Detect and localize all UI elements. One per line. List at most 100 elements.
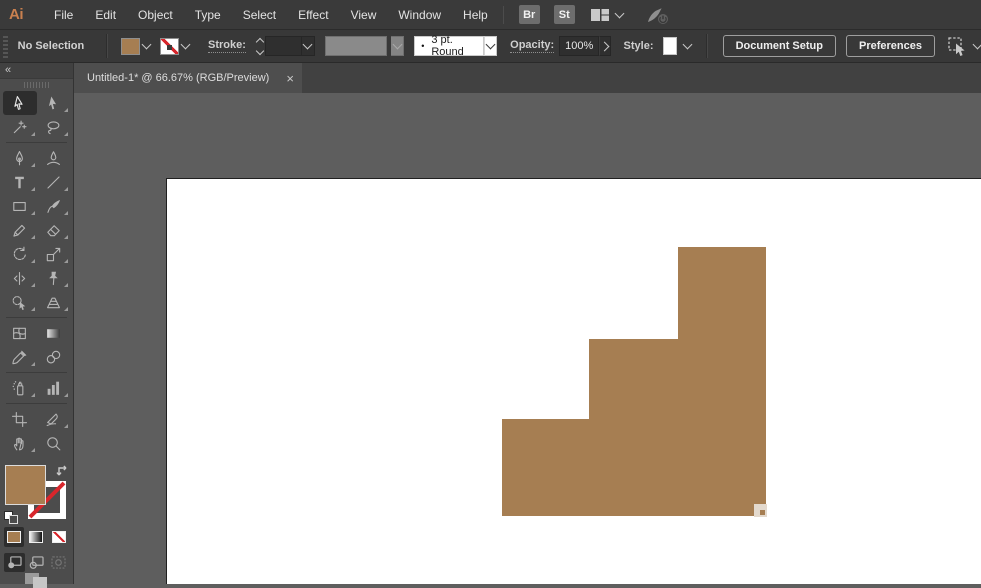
document-tab[interactable]: Untitled-1* @ 66.67% (RGB/Preview) × [74,63,302,93]
gradient-tool[interactable] [37,321,71,345]
puppet-warp-tool[interactable] [37,266,71,290]
zoom-tool[interactable] [37,431,71,455]
opacity-dropdown[interactable] [599,36,611,56]
opacity-label[interactable]: Opacity: [510,39,555,53]
select-similar-control[interactable] [946,36,981,56]
curvature-tool[interactable] [37,146,71,170]
menu-item-help[interactable]: Help [452,8,499,22]
pen-tool[interactable] [3,146,37,170]
canvas-pasteboard[interactable] [74,93,981,584]
swap-fill-stroke-icon[interactable] [55,463,70,478]
flyout-indicator [64,259,68,263]
staircase-shape[interactable] [502,247,766,516]
drawing-mode-buttons [0,547,73,572]
perspective-grid-tool[interactable] [37,290,71,314]
menu-item-view[interactable]: View [340,8,388,22]
selection-tool[interactable] [3,91,37,115]
divider [705,34,708,58]
magic-wand-tool[interactable] [3,115,37,139]
lasso-tool[interactable] [37,115,71,139]
style-swatch[interactable] [662,37,677,55]
tools-panel-grip[interactable] [0,79,73,91]
workspace-switcher[interactable] [590,7,625,23]
style-label: Style: [623,39,654,52]
screen-mode-icon[interactable] [24,572,50,588]
stroke-color-control[interactable] [160,37,191,55]
type-tool[interactable] [3,170,37,194]
column-graph-icon [47,381,59,395]
draw-normal-button[interactable] [4,553,25,572]
shape-builder-tool[interactable] [3,290,37,314]
paintbrush-tool[interactable] [37,194,71,218]
opacity-field[interactable]: 100% [559,36,600,56]
mesh-tool[interactable] [3,321,37,345]
menu-item-select[interactable]: Select [232,8,287,22]
tools-panel-header[interactable]: « [0,63,73,79]
stroke-weight-dropdown[interactable] [301,36,315,56]
variable-width-profile-chevron [390,36,405,56]
menu-items: File Edit Object Type Select Effect View Window… [43,8,499,22]
eyedropper-tool[interactable] [3,345,37,369]
color-button[interactable] [4,527,25,547]
eraser-tool[interactable] [37,218,71,242]
menu-item-type[interactable]: Type [184,8,232,22]
slice-tool[interactable] [37,407,71,431]
bridge-button[interactable]: Br [518,5,540,24]
stepper-down-icon[interactable] [255,46,265,55]
rotate-icon [14,246,27,260]
document-setup-button[interactable]: Document Setup [722,35,836,57]
width-tool[interactable] [3,266,37,290]
pen-icon [16,150,24,165]
rotate-tool[interactable] [3,242,37,266]
stroke-color-swatch[interactable] [160,37,180,55]
flyout-indicator [30,393,35,397]
gradient-button[interactable] [26,527,46,547]
stroke-weight-stepper[interactable] [255,37,265,55]
shaper-tool[interactable] [3,218,37,242]
fill-color-swatch[interactable] [121,37,141,55]
draw-inside-button[interactable] [48,553,69,572]
column-graph-tool[interactable] [37,376,71,400]
symbol-sprayer-tool[interactable] [3,376,37,400]
menu-item-file[interactable]: File [43,8,84,22]
chevron-right-icon [599,41,610,51]
default-fill-stroke-icon[interactable] [4,511,20,525]
brush-definition-value: 3 pt. Round [431,34,464,58]
hand-tool[interactable] [3,431,37,455]
chevron-down-icon [180,39,191,50]
control-bar-grip[interactable] [3,34,8,58]
brush-definition-select[interactable]: • 3 pt. Round [414,34,484,58]
none-button[interactable] [49,527,69,547]
artboard-tool[interactable] [3,407,37,431]
collapse-panel-icon[interactable]: « [5,65,11,76]
zoom-icon [46,436,61,450]
menu-item-object[interactable]: Object [127,8,184,22]
draw-behind-button[interactable] [26,553,47,572]
menu-item-effect[interactable]: Effect [287,8,339,22]
fill-color-control[interactable] [121,37,152,55]
brush-definition-dropdown[interactable] [483,36,498,56]
gpu-performance-button[interactable] [645,4,671,26]
fill-proxy-swatch[interactable] [5,465,46,505]
rectangle-tool[interactable] [3,194,37,218]
corner-marker-inner [760,510,765,515]
style-dropdown[interactable] [682,39,693,50]
stock-button[interactable]: St [553,5,575,24]
preferences-button[interactable]: Preferences [846,35,935,57]
menu-item-edit[interactable]: Edit [84,8,127,22]
scale-tool[interactable] [37,242,71,266]
flyout-indicator [64,307,68,311]
artboard[interactable] [166,178,981,584]
color-type-buttons [0,523,73,547]
direct-selection-tool[interactable] [37,91,71,115]
shape-builder-icon [12,295,26,310]
line-segment-tool[interactable] [37,170,71,194]
stroke-weight-field[interactable] [264,36,302,56]
blend-tool[interactable] [37,345,71,369]
magic-wand-icon [14,120,27,133]
stroke-label[interactable]: Stroke: [208,39,246,53]
stepper-up-icon[interactable] [255,37,265,46]
tab-close-icon[interactable]: × [286,72,294,85]
toolbar-divider [6,403,67,404]
menu-item-window[interactable]: Window [387,8,452,22]
